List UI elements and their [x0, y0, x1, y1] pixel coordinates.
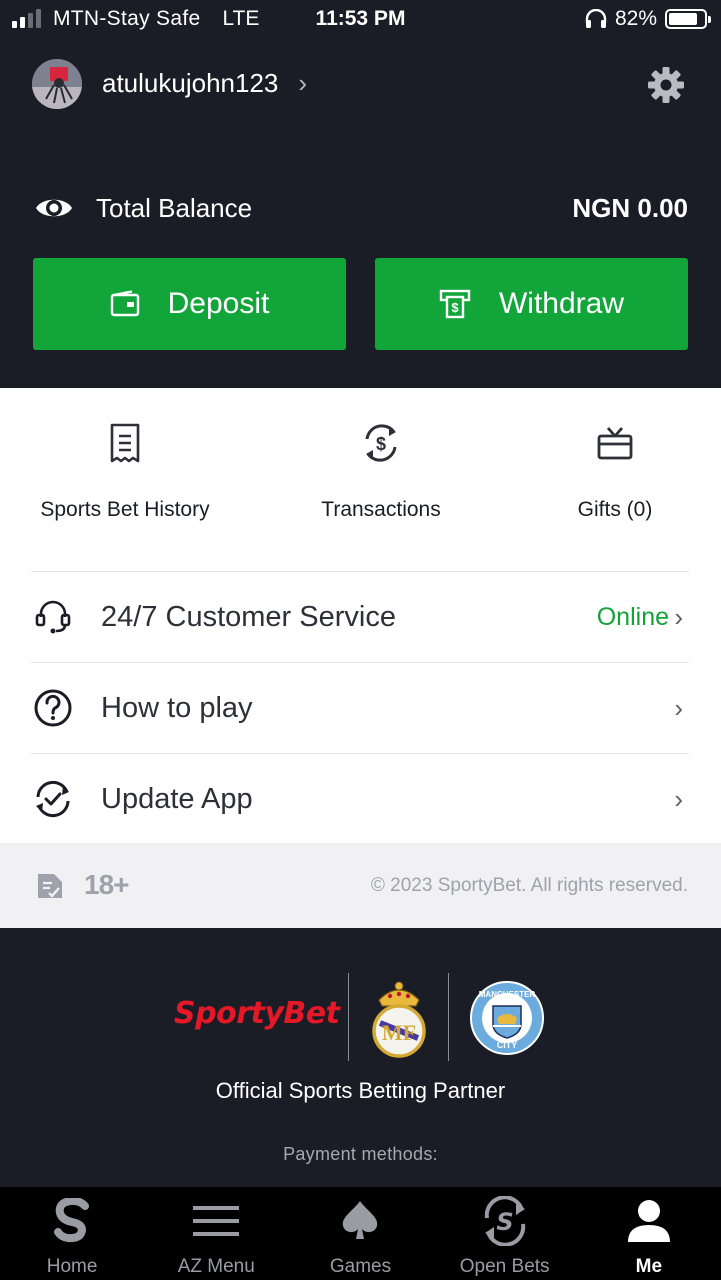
carrier-name: MTN-Stay Safe	[53, 7, 201, 30]
bottom-tab-bar: Home AZ Menu Games S Open Bets Me	[0, 1187, 721, 1280]
quick-action-gifts[interactable]: Gifts (0)	[515, 418, 715, 536]
city-text: CITY	[497, 1040, 518, 1050]
eye-icon[interactable]	[34, 188, 74, 228]
svg-text:$: $	[451, 300, 459, 315]
menu-list: 24/7 Customer Service Online › How to pl…	[31, 571, 689, 844]
tab-label: Open Bets	[459, 1256, 550, 1277]
quick-action-label: Transactions	[321, 497, 441, 521]
tab-games[interactable]: Games	[288, 1187, 432, 1280]
currency-exchange-icon: $	[365, 424, 397, 462]
headphones-icon	[585, 9, 607, 28]
tab-open-bets[interactable]: S Open Bets	[433, 1187, 577, 1280]
update-icon	[36, 780, 70, 818]
spade-icon	[343, 1201, 378, 1239]
tab-label: Home	[46, 1256, 98, 1277]
balance-amount: NGN 0.00	[572, 192, 688, 223]
tab-label: Games	[329, 1256, 392, 1277]
headset-icon	[35, 600, 71, 634]
battery-icon	[665, 9, 711, 29]
person-icon	[627, 1200, 670, 1242]
status-bar: MTN-Stay Safe LTE 11:53 PM 82%	[0, 0, 721, 40]
menu-item-how-to-play[interactable]: How to play ›	[31, 662, 689, 753]
network-type: LTE	[222, 7, 260, 30]
username: atulukujohn123	[102, 68, 279, 98]
manchester-text: MANCHESTER	[479, 990, 536, 999]
legal-notice: 18+ © 2023 SportyBet. All rights reserve…	[0, 843, 721, 928]
atm-withdraw-icon: $	[439, 289, 471, 319]
age-restriction: 18+	[84, 869, 129, 900]
deposit-label: Deposit	[167, 287, 270, 320]
balance-row: Total Balance NGN 0.00	[34, 188, 688, 228]
status-left: MTN-Stay Safe LTE	[12, 7, 259, 31]
balance-label: Total Balance	[96, 192, 253, 223]
sporty-s-icon	[54, 1198, 90, 1243]
payment-methods-label: Payment methods:	[283, 1144, 438, 1164]
account-menu-panel: Sports Bet History $ Transactions Gifts …	[0, 388, 721, 843]
chevron-right-icon: ›	[298, 68, 308, 98]
chevron-right-icon: ›	[674, 692, 683, 723]
chevron-right-icon: ›	[674, 601, 683, 632]
quick-action-transactions[interactable]: $ Transactions	[281, 418, 481, 536]
svg-text:MF: MF	[382, 1020, 416, 1045]
real-madrid-crest-icon: MF	[372, 981, 426, 1058]
hamburger-icon	[193, 1206, 240, 1236]
avatar[interactable]	[32, 59, 82, 109]
partner-tagline: Official Sports Betting Partner	[215, 1078, 506, 1103]
responsible-gaming-icon[interactable]	[36, 872, 64, 900]
account-header: atulukujohn123 › Total Balance NGN 0.00 …	[0, 40, 721, 388]
online-status: Online	[596, 602, 669, 631]
tab-me[interactable]: Me	[577, 1187, 721, 1280]
menu-item-label: Update App	[101, 782, 253, 815]
deposit-button[interactable]: Deposit	[33, 258, 346, 350]
menu-item-customer-service[interactable]: 24/7 Customer Service Online ›	[31, 571, 689, 662]
withdraw-button[interactable]: $ Withdraw	[375, 258, 688, 350]
signal-icon	[12, 9, 41, 28]
gear-icon[interactable]	[646, 65, 686, 105]
menu-item-label: How to play	[101, 691, 253, 724]
tab-az-menu[interactable]: AZ Menu	[144, 1187, 288, 1280]
tab-label: AZ Menu	[177, 1256, 255, 1277]
tab-home[interactable]: Home	[0, 1187, 144, 1280]
quick-action-label: Gifts (0)	[577, 497, 653, 521]
partners-section: SportyBet MF MANCHESTER CITY Official Sp…	[0, 928, 721, 1186]
avatar-image	[32, 59, 82, 109]
withdraw-label: Withdraw	[498, 287, 625, 320]
svg-text:S: S	[496, 1208, 513, 1236]
divider	[448, 973, 449, 1061]
gift-icon	[597, 427, 633, 460]
quick-action-bet-history[interactable]: Sports Bet History	[25, 418, 225, 536]
status-right: 82%	[585, 7, 711, 31]
quick-action-label: Sports Bet History	[40, 497, 210, 521]
menu-item-label: 24/7 Customer Service	[101, 600, 396, 633]
battery-percent: 82%	[614, 7, 657, 30]
copyright-text: © 2023 SportyBet. All rights reserved.	[370, 875, 688, 896]
divider	[348, 973, 349, 1061]
menu-item-update-app[interactable]: Update App ›	[31, 753, 689, 844]
profile-link[interactable]: atulukujohn123 ›	[102, 68, 307, 99]
manchester-city-crest-icon: MANCHESTER CITY	[470, 981, 544, 1055]
chevron-right-icon: ›	[674, 783, 683, 814]
sportybet-logo: SportyBet	[174, 996, 340, 1031]
question-icon	[34, 689, 72, 727]
wallet-icon	[110, 290, 139, 317]
open-bets-icon: S	[484, 1196, 525, 1246]
receipt-icon	[110, 423, 140, 463]
tab-label: Me	[635, 1256, 663, 1277]
svg-text:$: $	[376, 434, 386, 454]
